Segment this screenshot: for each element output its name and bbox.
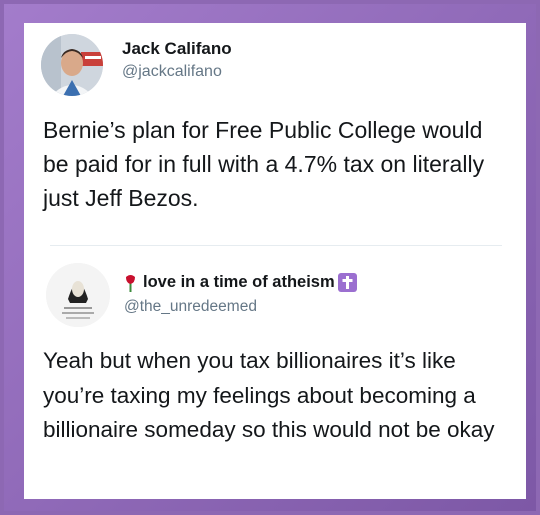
rose-emoji-icon	[124, 274, 137, 292]
tweet-text: Bernie’s plan for Free Public College wo…	[43, 117, 485, 211]
tweet-card: Jack Califano @jackcalifano Bernie’s pla…	[24, 23, 526, 499]
reply-text: Yeah but when you tax billionaires it’s …	[43, 348, 495, 442]
avatar-the-unredeemed[interactable]	[46, 263, 110, 327]
reply-author-handle[interactable]: @the_unredeemed	[124, 298, 257, 316]
reply-author-name: love in a time of atheism	[143, 273, 335, 291]
purple-frame: Jack Califano @jackcalifano Bernie’s pla…	[4, 4, 536, 511]
divider	[50, 245, 502, 246]
tweet-author-name[interactable]: Jack Califano	[122, 39, 232, 59]
latin-cross-emoji-icon	[337, 273, 357, 292]
tweet-author-handle[interactable]: @jackcalifano	[122, 63, 222, 81]
avatar-jack-califano[interactable]	[41, 34, 103, 96]
reply-author-row[interactable]: love in a time of atheism	[124, 273, 357, 292]
